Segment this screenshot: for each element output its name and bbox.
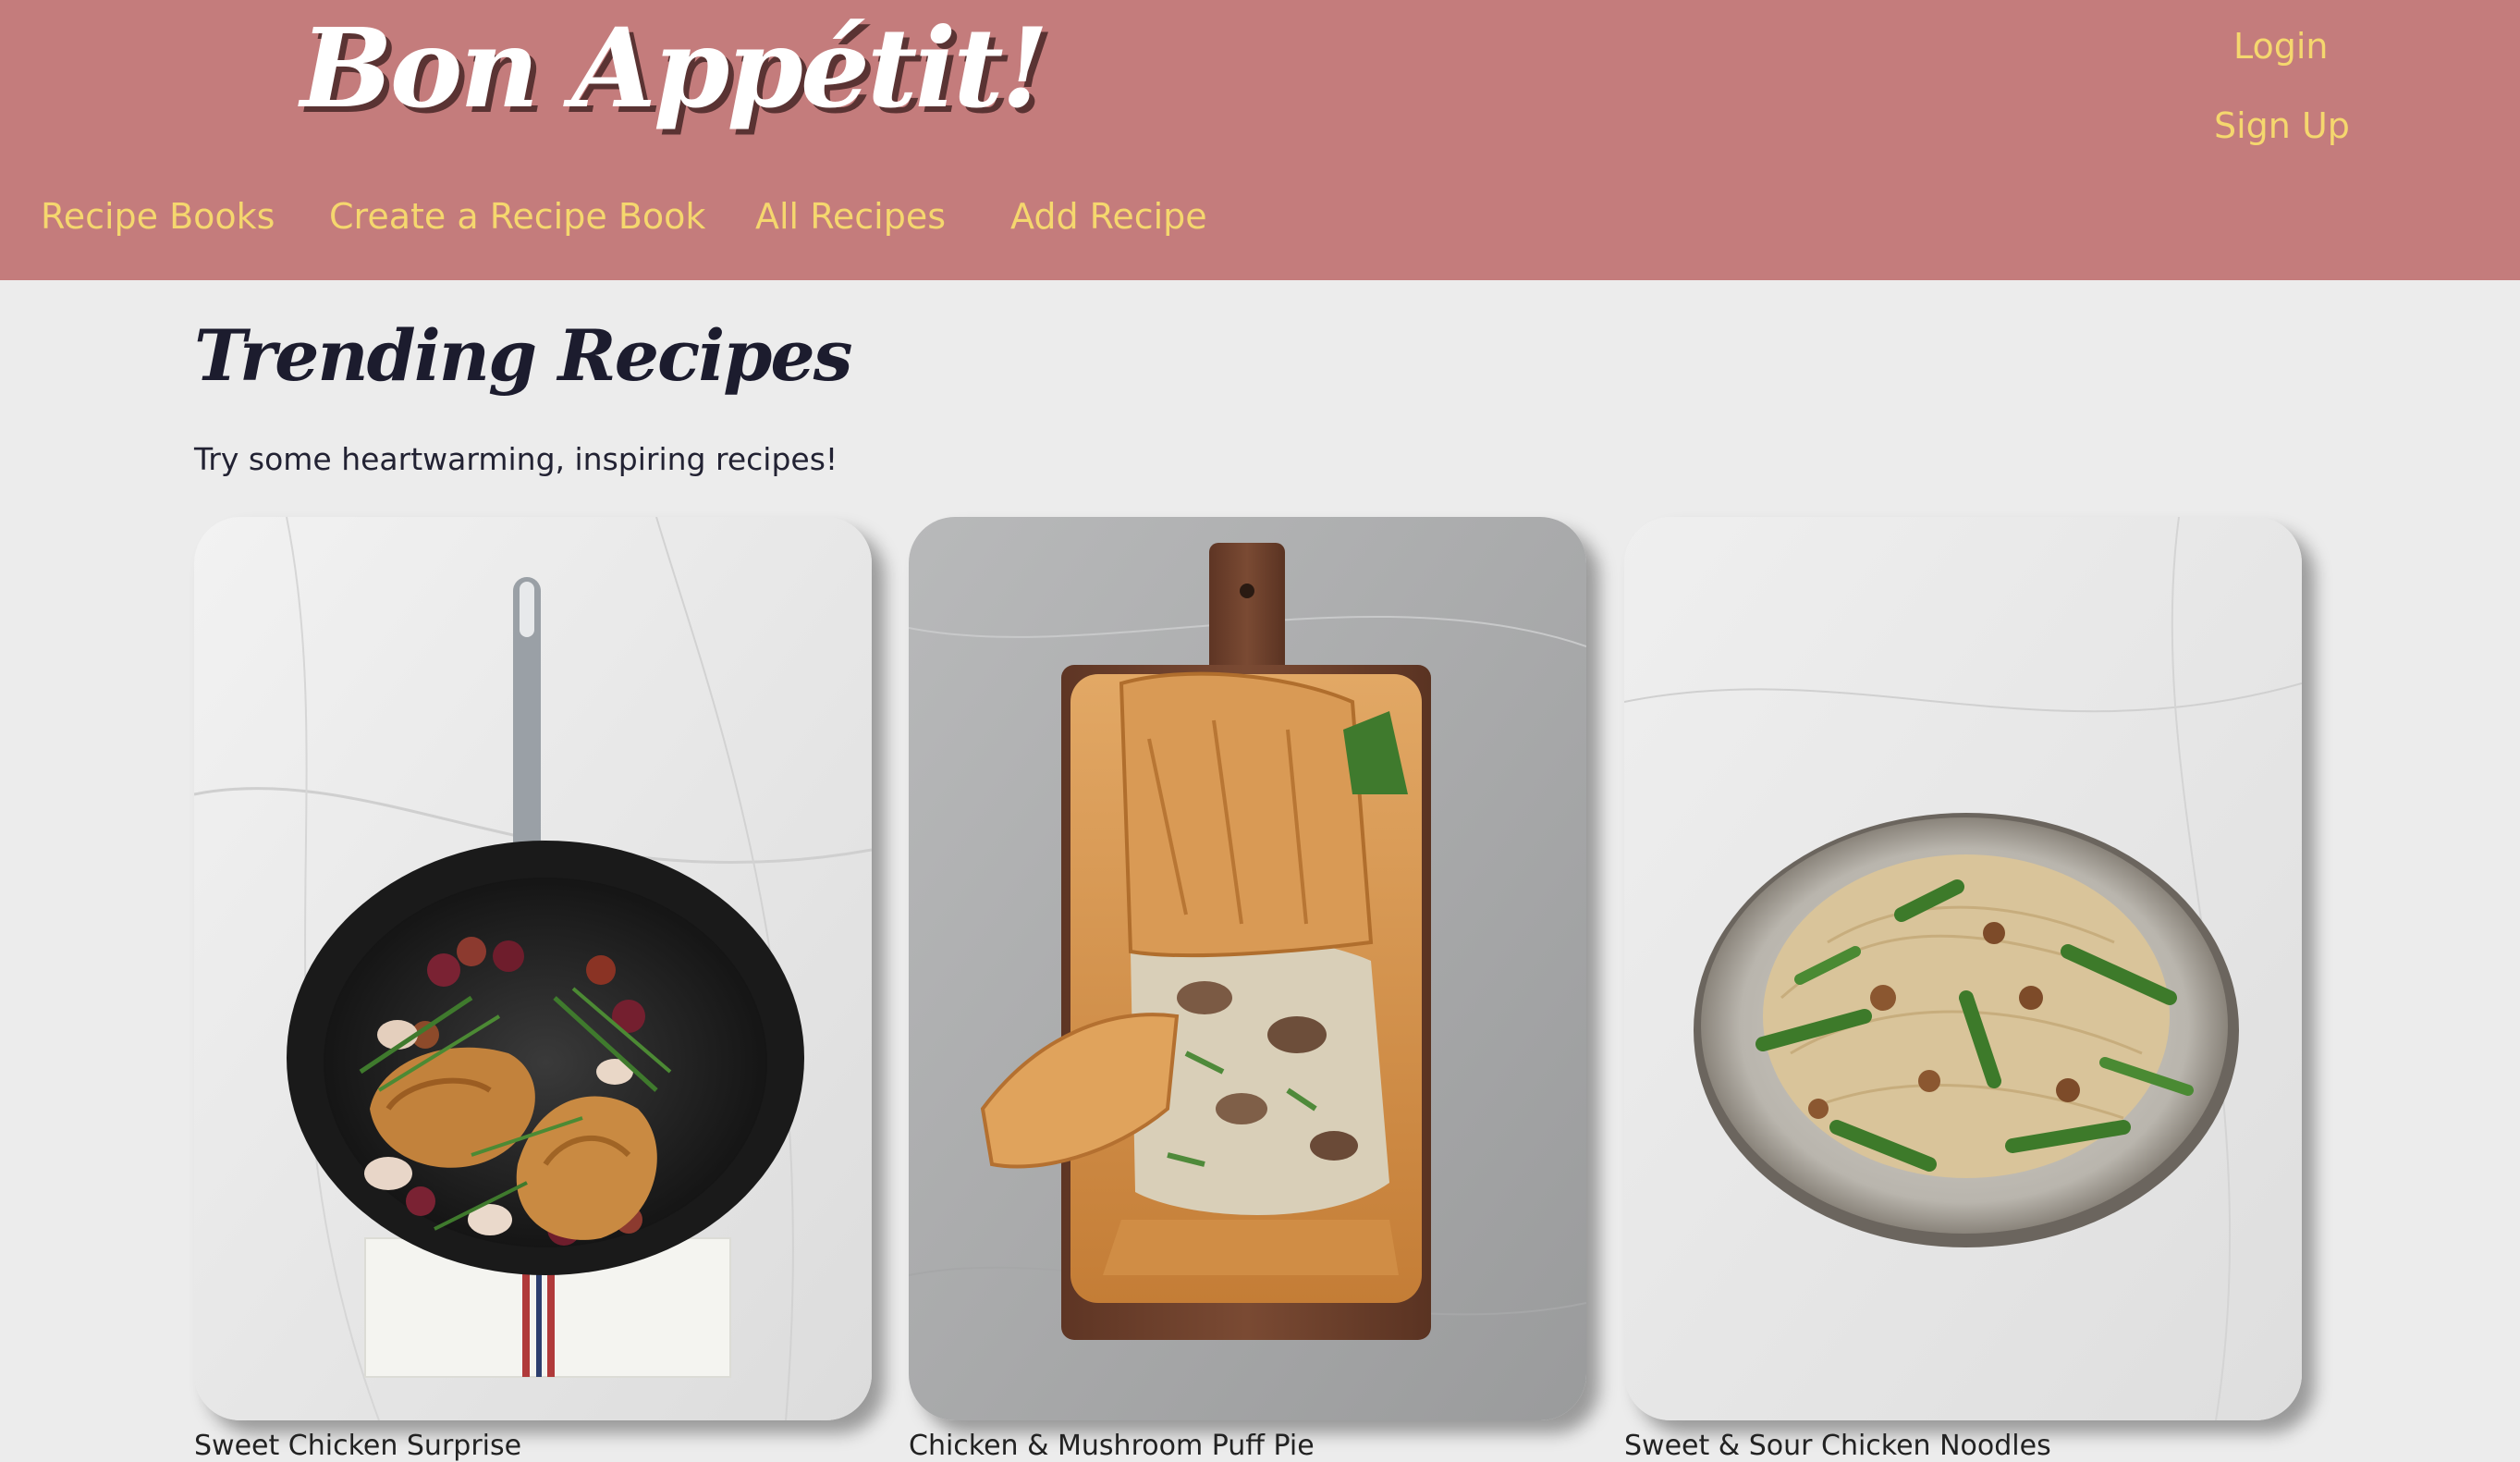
nav-add-recipe[interactable]: Add Recipe	[1010, 196, 1207, 237]
recipe-card-image[interactable]	[909, 517, 1586, 1420]
recipe-title[interactable]: Chicken & Mushroom Puff Pie	[909, 1430, 1315, 1462]
nav-create-recipe-book[interactable]: Create a Recipe Book	[329, 196, 705, 237]
page-subtitle: Try some heartwarming, inspiring recipes…	[194, 441, 838, 477]
recipe-card-image[interactable]	[1624, 517, 2302, 1420]
login-link[interactable]: Login	[2233, 26, 2329, 67]
chicken-pan-image	[194, 517, 872, 1420]
nav-all-recipes[interactable]: All Recipes	[755, 196, 946, 237]
site-header: Bon Appétit! Login Sign Up Recipe Books …	[0, 0, 2520, 280]
recipe-card-image[interactable]	[194, 517, 872, 1420]
puff-pie-image	[909, 517, 1586, 1420]
noodles-image	[1624, 517, 2302, 1420]
brand-logo[interactable]: Bon Appétit!	[300, 4, 1049, 132]
page-title: Trending Recipes	[194, 314, 852, 397]
recipe-title[interactable]: Sweet & Sour Chicken Noodles	[1624, 1430, 2051, 1462]
signup-link[interactable]: Sign Up	[2214, 105, 2350, 146]
nav-recipe-books[interactable]: Recipe Books	[41, 196, 275, 237]
recipe-title[interactable]: Sweet Chicken Surprise	[194, 1430, 521, 1462]
